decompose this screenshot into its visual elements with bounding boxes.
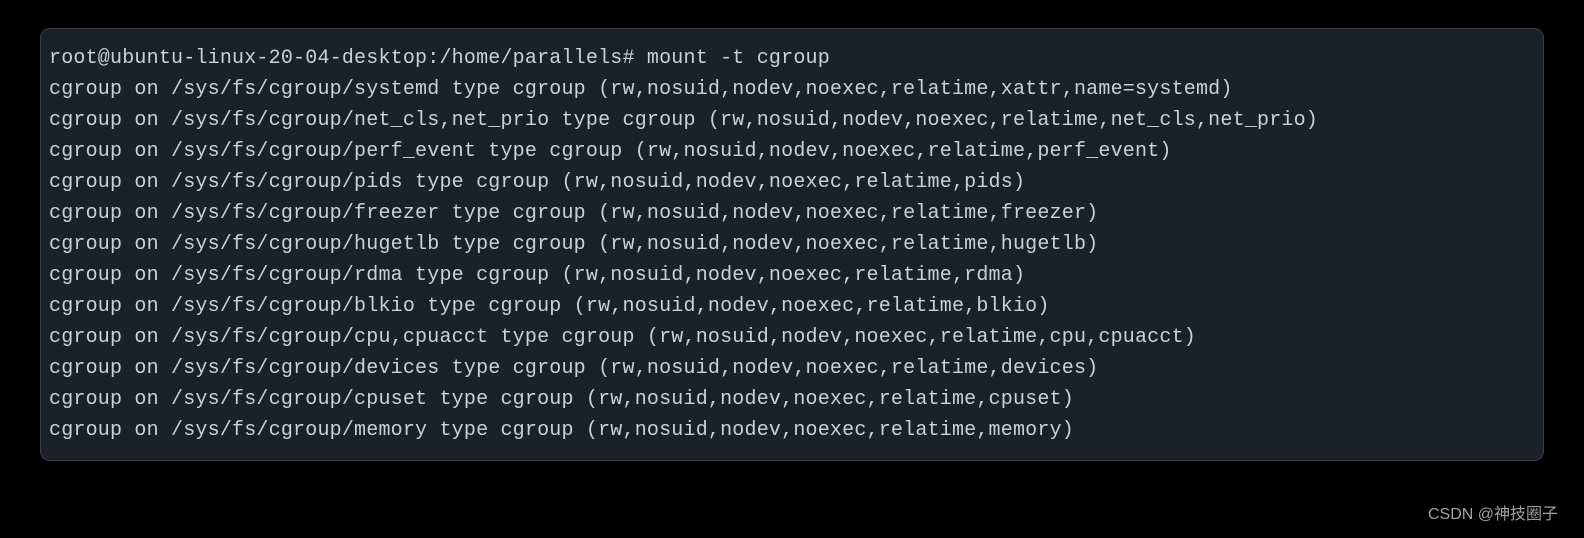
terminal-output-line: cgroup on /sys/fs/cgroup/net_cls,net_pri… xyxy=(41,105,1543,136)
terminal-output-line: cgroup on /sys/fs/cgroup/cpu,cpuacct typ… xyxy=(41,322,1543,353)
terminal-output-line: cgroup on /sys/fs/cgroup/cpuset type cgr… xyxy=(41,384,1543,415)
terminal-output-line: cgroup on /sys/fs/cgroup/hugetlb type cg… xyxy=(41,229,1543,260)
watermark-text: CSDN @神技圈子 xyxy=(1428,503,1558,528)
terminal-output-line: cgroup on /sys/fs/cgroup/freezer type cg… xyxy=(41,198,1543,229)
terminal-container: root@ubuntu-linux-20-04-desktop:/home/pa… xyxy=(40,28,1544,461)
terminal-output-line: cgroup on /sys/fs/cgroup/blkio type cgro… xyxy=(41,291,1543,322)
terminal-output-line: cgroup on /sys/fs/cgroup/devices type cg… xyxy=(41,353,1543,384)
terminal-output-line: cgroup on /sys/fs/cgroup/memory type cgr… xyxy=(41,415,1543,446)
terminal-output-line: cgroup on /sys/fs/cgroup/pids type cgrou… xyxy=(41,167,1543,198)
terminal-output-line: cgroup on /sys/fs/cgroup/rdma type cgrou… xyxy=(41,260,1543,291)
terminal-prompt-line[interactable]: root@ubuntu-linux-20-04-desktop:/home/pa… xyxy=(41,43,1543,74)
terminal-output-line: cgroup on /sys/fs/cgroup/perf_event type… xyxy=(41,136,1543,167)
terminal-output-line: cgroup on /sys/fs/cgroup/systemd type cg… xyxy=(41,74,1543,105)
